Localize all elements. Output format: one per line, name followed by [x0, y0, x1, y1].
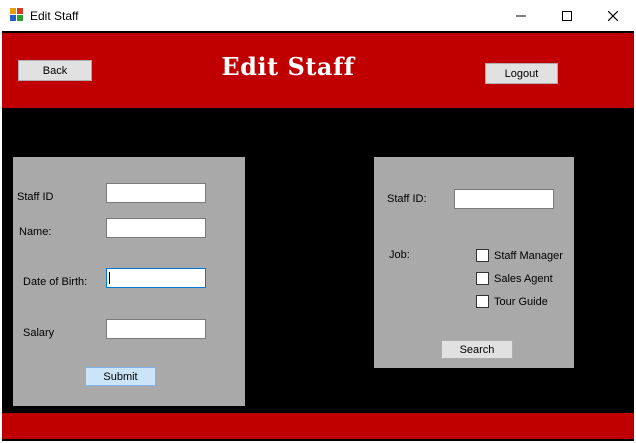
window-title: Edit Staff — [30, 9, 79, 23]
logout-button[interactable]: Logout — [485, 63, 558, 84]
staff-manager-checkbox[interactable] — [476, 249, 489, 262]
footer-bar — [2, 413, 634, 439]
maximize-icon[interactable] — [544, 0, 590, 31]
salary-field[interactable] — [106, 319, 206, 339]
close-icon[interactable] — [590, 0, 636, 31]
minimize-icon[interactable] — [498, 0, 544, 31]
sales-agent-checkbox[interactable] — [476, 272, 489, 285]
text-caret — [109, 272, 110, 284]
tour-guide-checkbox[interactable] — [476, 295, 489, 308]
tour-guide-label[interactable]: Tour Guide — [494, 296, 548, 308]
job-label: Job: — [389, 249, 410, 261]
search-staff-id-label: Staff ID: — [387, 193, 427, 205]
back-button[interactable]: Back — [18, 60, 92, 81]
staff-manager-label[interactable]: Staff Manager — [494, 250, 563, 262]
app-icon — [10, 8, 24, 22]
page-title: Edit Staff — [221, 52, 355, 81]
search-staff-id-field[interactable] — [454, 189, 554, 209]
sales-agent-label[interactable]: Sales Agent — [494, 273, 553, 285]
submit-button[interactable]: Submit — [85, 367, 156, 386]
staff-id-field[interactable] — [106, 183, 206, 203]
staff-id-label: Staff ID — [17, 191, 54, 203]
dob-label: Date of Birth: — [23, 276, 88, 288]
salary-label: Salary — [23, 327, 55, 339]
name-field[interactable] — [106, 218, 206, 238]
dob-field[interactable] — [106, 268, 206, 288]
name-label: Name: — [19, 226, 52, 238]
search-button[interactable]: Search — [441, 340, 513, 359]
title-bar: Edit Staff — [0, 0, 636, 31]
